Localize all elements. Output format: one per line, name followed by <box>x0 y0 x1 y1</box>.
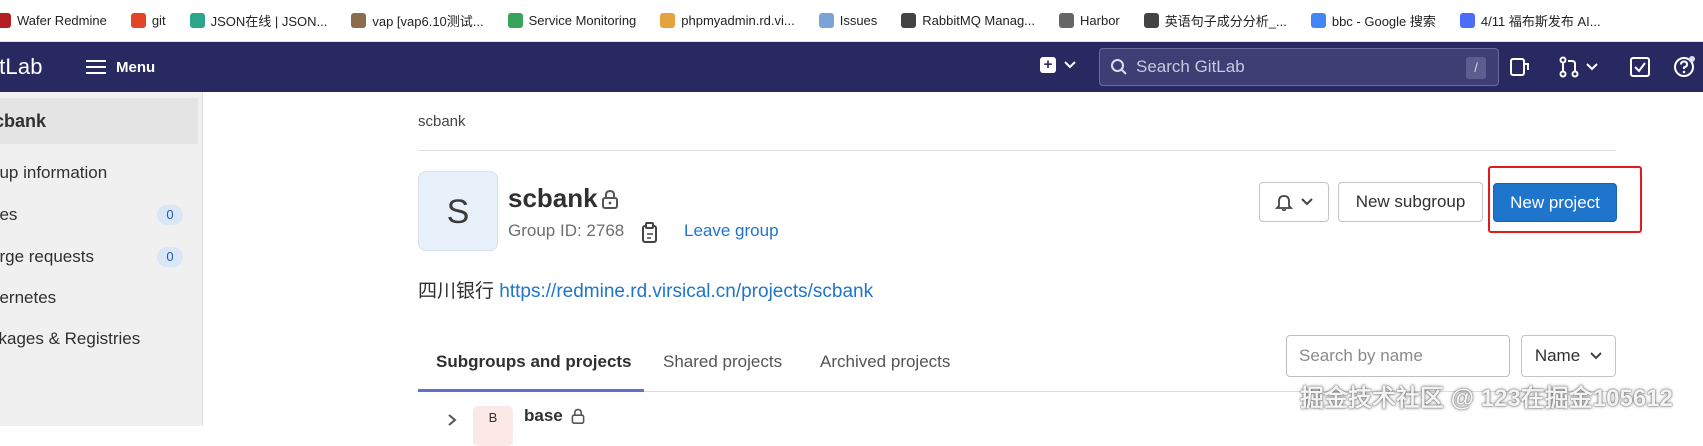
bookmark-label: Wafer Redmine <box>17 13 107 28</box>
bookmark-label: RabbitMQ Manag... <box>922 13 1036 28</box>
bookmark-label: 4/11 福布斯发布 AI... <box>1480 14 1601 29</box>
divider <box>418 150 1616 151</box>
doc-icon <box>1459 13 1475 28</box>
sort-dropdown[interactable]: Name <box>1521 335 1616 377</box>
copy-icon[interactable] <box>640 222 660 244</box>
bookmark-item[interactable]: RabbitMQ Manag... <box>901 13 1035 28</box>
new-subgroup-button[interactable]: New subgroup <box>1338 182 1483 222</box>
sidebar-item-merge-requests[interactable]: erge requests 0 <box>0 239 200 275</box>
bookmark-item[interactable]: JSON在线 | JSON... <box>189 11 328 30</box>
breadcrumb[interactable]: scbank <box>418 113 466 130</box>
bookmark-label: Issues <box>839 13 878 28</box>
sidebar-item-label: ues <box>0 205 18 224</box>
bookmark-label: Service Monitoring <box>528 13 637 28</box>
issues-icon[interactable] <box>1508 56 1530 78</box>
create-new-button[interactable]: + <box>1040 57 1076 73</box>
issues-icon <box>818 13 834 28</box>
globe-icon <box>901 13 917 28</box>
gitlab-icon <box>130 13 146 28</box>
group-description: 四川银行 https://redmine.rd.virsical.cn/proj… <box>418 276 873 303</box>
bookmark-item[interactable]: git <box>130 13 166 28</box>
bookmark-item[interactable]: vap [vap6.10测试... <box>351 11 484 30</box>
tab-shared-projects[interactable]: Shared projects <box>663 352 782 372</box>
highlight-annotation <box>1488 166 1642 233</box>
sidebar-item-label: erge requests <box>0 247 94 266</box>
tab-subgroups-and-projects[interactable]: Subgroups and projects <box>436 352 632 372</box>
menu-label: Menu <box>116 58 156 76</box>
bookmark-label: 英语句子成分分析_... <box>1164 14 1287 29</box>
sidebar-item-kubernetes[interactable]: bernetes <box>0 280 200 316</box>
plus-icon: + <box>1040 57 1056 73</box>
notification-settings-button[interactable] <box>1259 182 1329 222</box>
project-avatar: B <box>473 406 513 446</box>
chevron-down-icon <box>1064 61 1076 69</box>
sidebar-item-group-information[interactable]: oup information <box>0 155 200 191</box>
watermark: 掘金技术社区 @ 123在掘金105612 <box>1300 385 1673 412</box>
sidebar-item-label: bernetes <box>0 288 57 307</box>
sidebar-item-packages-registries[interactable]: ckages & Registries <box>0 321 200 357</box>
bookmarks-bar: Wafer Redmine git JSON在线 | JSON... vap [vap… <box>0 0 1703 42</box>
lock-icon <box>571 408 585 424</box>
phpmyadmin-icon <box>660 13 676 28</box>
avatar-icon <box>351 13 367 28</box>
bookmark-item[interactable]: Service Monitoring <box>507 13 637 28</box>
sidebar-item-label: ckages & Registries <box>0 329 141 348</box>
sort-label: Name <box>1534 346 1581 365</box>
count-badge: 0 <box>157 247 183 267</box>
group-title: scbank <box>508 183 598 213</box>
globe-icon <box>1143 13 1159 28</box>
count-badge: 0 <box>157 205 183 225</box>
search-gitlab[interactable]: / <box>1099 48 1499 86</box>
bookmark-label: vap [vap6.10测试... <box>372 14 484 29</box>
description-text: 四川银行 <box>418 281 495 302</box>
project-name[interactable]: base <box>524 406 563 426</box>
bookmark-item[interactable]: phpmyadmin.rd.vi... <box>660 13 795 28</box>
chevron-down-icon <box>1590 352 1602 360</box>
bookmark-label: Harbor <box>1080 13 1120 28</box>
redmine-icon <box>0 13 11 28</box>
sidebar: cbank oup information ues 0 erge request… <box>0 92 203 426</box>
sidebar-item-label: oup information <box>0 163 108 182</box>
harbor-icon <box>1059 13 1075 28</box>
bookmark-label: git <box>151 13 166 28</box>
bookmark-item[interactable]: 4/11 福布斯发布 AI... <box>1459 11 1601 30</box>
sidebar-item-issues[interactable]: ues 0 <box>0 197 200 233</box>
bookmark-item[interactable]: Harbor <box>1059 13 1120 28</box>
menu-button[interactable]: Menu <box>86 54 155 80</box>
help-icon[interactable] <box>1673 56 1695 78</box>
gitlab-logo[interactable]: itLab <box>0 54 43 80</box>
sidebar-group-title[interactable]: cbank <box>0 98 198 144</box>
active-tab-indicator <box>418 389 644 392</box>
chevron-right-icon[interactable] <box>446 414 458 426</box>
bookmark-item[interactable]: Issues <box>818 13 878 28</box>
search-shortcut-key: / <box>1466 57 1486 79</box>
bookmark-label: JSON在线 | JSON... <box>210 14 328 29</box>
lock-icon <box>602 189 618 209</box>
group-id: Group ID: 2768 <box>508 221 625 240</box>
bookmark-item[interactable]: bbc - Google 搜索 <box>1310 11 1436 30</box>
bell-icon <box>1275 195 1293 211</box>
bookmark-item[interactable]: Wafer Redmine <box>0 13 107 28</box>
monitor-icon <box>507 13 523 28</box>
tab-archived-projects[interactable]: Archived projects <box>820 352 950 372</box>
merge-request-icon <box>1559 56 1579 78</box>
bookmark-label: phpmyadmin.rd.vi... <box>681 13 795 28</box>
search-input[interactable] <box>1136 57 1456 77</box>
description-link[interactable]: https://redmine.rd.virsical.cn/projects/… <box>499 281 873 302</box>
chevron-down-icon <box>1301 198 1313 206</box>
filter-search-input[interactable] <box>1286 335 1510 377</box>
json-icon <box>189 13 205 28</box>
hamburger-icon <box>86 60 106 74</box>
bookmark-label: bbc - Google 搜索 <box>1331 14 1436 29</box>
merge-requests-menu[interactable] <box>1558 56 1598 78</box>
search-icon <box>1111 59 1127 75</box>
leave-group-link[interactable]: Leave group <box>684 221 779 241</box>
top-nav: itLab Menu + / <box>0 42 1703 92</box>
todo-icon[interactable] <box>1629 56 1651 78</box>
bookmark-item[interactable]: 英语句子成分分析_... <box>1143 11 1287 30</box>
google-icon <box>1310 13 1326 28</box>
chevron-down-icon <box>1586 63 1598 71</box>
group-avatar: S <box>418 171 498 251</box>
